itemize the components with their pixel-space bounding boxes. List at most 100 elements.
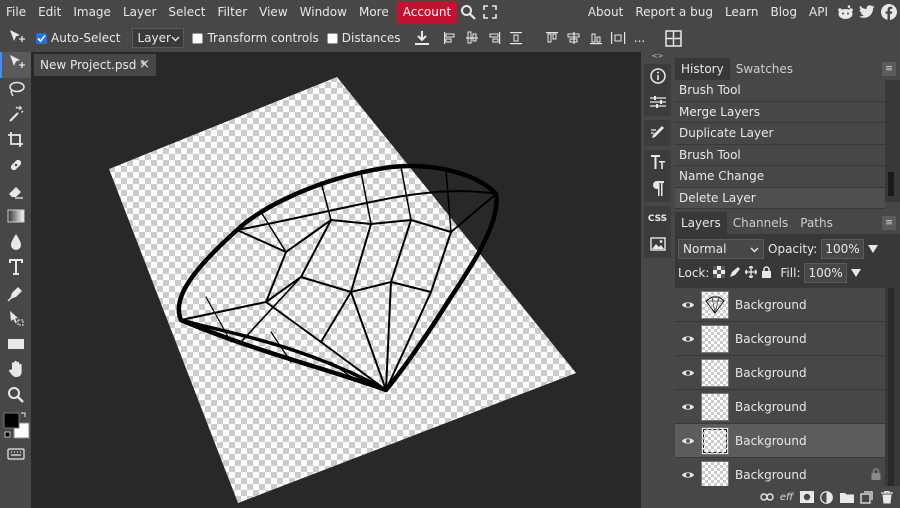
menu-filter[interactable]: Filter bbox=[211, 0, 253, 24]
menu-window[interactable]: Window bbox=[294, 0, 353, 24]
history-scrollbar[interactable] bbox=[888, 80, 894, 202]
visibility-eye-icon[interactable] bbox=[675, 436, 701, 446]
align-right-icon[interactable] bbox=[483, 26, 505, 50]
opacity-dropdown-icon[interactable] bbox=[867, 242, 878, 256]
lasso-tool[interactable] bbox=[0, 78, 31, 104]
menu-edit[interactable]: Edit bbox=[32, 0, 67, 24]
align-middle-icon[interactable] bbox=[563, 26, 585, 50]
menu-learn[interactable]: Learn bbox=[719, 0, 765, 24]
info-panel-button[interactable] bbox=[644, 64, 671, 90]
opacity-input[interactable]: 100% bbox=[821, 239, 864, 259]
visibility-eye-icon[interactable] bbox=[675, 368, 701, 378]
panel-menu-icon[interactable]: ≡ bbox=[882, 216, 896, 230]
distribute-icon[interactable] bbox=[505, 26, 527, 50]
adjustments-panel-button[interactable] bbox=[644, 90, 671, 116]
eraser-tool[interactable] bbox=[0, 180, 31, 206]
color-swatches[interactable] bbox=[0, 409, 31, 443]
fill-input[interactable]: 100% bbox=[804, 263, 847, 283]
lock-pixels-icon[interactable] bbox=[729, 266, 741, 281]
history-item[interactable]: Brush Tool bbox=[675, 144, 885, 166]
blend-mode-dropdown[interactable]: Normal bbox=[678, 239, 764, 259]
delete-icon[interactable] bbox=[879, 490, 894, 505]
align-left-icon[interactable] bbox=[439, 26, 461, 50]
facebook-icon[interactable] bbox=[878, 0, 900, 24]
history-item-current[interactable]: Delete Layer bbox=[675, 187, 885, 209]
align-top-icon[interactable] bbox=[541, 26, 563, 50]
align-bottom-icon[interactable] bbox=[585, 26, 607, 50]
tab-history[interactable]: History bbox=[675, 58, 730, 80]
grid-icon[interactable] bbox=[663, 26, 685, 50]
tab-layers[interactable]: Layers bbox=[675, 212, 727, 234]
twitter-icon[interactable] bbox=[856, 0, 878, 24]
menu-about[interactable]: About bbox=[582, 0, 629, 24]
history-item[interactable]: Duplicate Layer bbox=[675, 123, 885, 145]
menu-layer[interactable]: Layer bbox=[117, 0, 162, 24]
path-select-tool[interactable] bbox=[0, 307, 31, 333]
visibility-eye-icon[interactable] bbox=[675, 470, 701, 480]
lock-transparency-icon[interactable] bbox=[713, 265, 726, 281]
more-options[interactable]: ... bbox=[629, 26, 651, 50]
visibility-eye-icon[interactable] bbox=[675, 334, 701, 344]
collapse-arrows-icon[interactable]: <> bbox=[641, 52, 674, 60]
healing-tool[interactable] bbox=[0, 154, 31, 180]
history-item[interactable]: Name Change bbox=[675, 166, 885, 188]
history-item[interactable]: Brush Tool bbox=[675, 80, 885, 102]
fill-dropdown-icon[interactable] bbox=[850, 266, 861, 280]
tab-channels[interactable]: Channels bbox=[727, 212, 795, 234]
menu-more[interactable]: More bbox=[353, 0, 395, 24]
keyboard-toggle[interactable] bbox=[0, 443, 31, 469]
hand-tool[interactable] bbox=[0, 358, 31, 384]
layers-scrollbar[interactable] bbox=[888, 288, 894, 492]
adjustment-icon[interactable] bbox=[819, 490, 834, 505]
menu-file[interactable]: File bbox=[0, 0, 32, 24]
effects-icon[interactable]: eff bbox=[779, 490, 794, 505]
history-item[interactable]: Merge Layers bbox=[675, 101, 885, 123]
crop-tool[interactable] bbox=[0, 129, 31, 155]
search-icon[interactable] bbox=[457, 0, 479, 24]
link-icon[interactable] bbox=[759, 490, 774, 505]
auto-select-target-dropdown[interactable]: Layer bbox=[132, 28, 185, 48]
css-panel-button[interactable]: CSS bbox=[644, 206, 671, 232]
image-panel-button[interactable] bbox=[644, 232, 671, 258]
canvas-drawing[interactable] bbox=[31, 52, 641, 508]
scroll-thumb[interactable] bbox=[888, 172, 894, 196]
transform-controls-checkbox[interactable]: Transform controls bbox=[192, 31, 319, 45]
layer-row[interactable]: Background bbox=[675, 322, 885, 356]
folder-icon[interactable] bbox=[839, 490, 854, 505]
menu-view[interactable]: View bbox=[253, 0, 293, 24]
lock-position-icon[interactable] bbox=[744, 265, 758, 281]
magic-wand-tool[interactable] bbox=[0, 103, 31, 129]
character-panel-button[interactable] bbox=[644, 150, 671, 176]
visibility-eye-icon[interactable] bbox=[675, 300, 701, 310]
new-layer-icon[interactable] bbox=[859, 490, 874, 505]
layer-row[interactable]: Background bbox=[675, 288, 885, 322]
reddit-icon[interactable] bbox=[834, 0, 856, 24]
text-tool[interactable] bbox=[0, 256, 31, 282]
menu-account[interactable]: Account bbox=[396, 1, 458, 23]
brush-panel-button[interactable] bbox=[644, 120, 671, 146]
distribute-h-icon[interactable] bbox=[607, 26, 629, 50]
align-center-v-icon[interactable] bbox=[461, 26, 483, 50]
panel-menu-icon[interactable]: ≡ bbox=[882, 62, 896, 76]
visibility-eye-icon[interactable] bbox=[675, 402, 701, 412]
rectangle-tool[interactable] bbox=[0, 333, 31, 359]
gradient-tool[interactable] bbox=[0, 205, 31, 231]
menu-image[interactable]: Image bbox=[67, 0, 117, 24]
layer-row[interactable]: Background bbox=[675, 390, 885, 424]
distances-checkbox[interactable]: Distances bbox=[326, 31, 401, 45]
lock-all-icon[interactable] bbox=[761, 265, 772, 281]
menu-report-bug[interactable]: Report a bug bbox=[629, 0, 719, 24]
layer-row-selected[interactable]: Background bbox=[675, 424, 885, 458]
menu-api[interactable]: API bbox=[803, 0, 834, 24]
tab-paths[interactable]: Paths bbox=[794, 212, 839, 234]
tab-swatches[interactable]: Swatches bbox=[730, 58, 799, 80]
menu-select[interactable]: Select bbox=[162, 0, 211, 24]
menu-blog[interactable]: Blog bbox=[764, 0, 803, 24]
zoom-tool[interactable] bbox=[0, 384, 31, 410]
auto-select-checkbox[interactable]: Auto-Select bbox=[36, 31, 120, 45]
move-tool[interactable] bbox=[0, 52, 31, 78]
paragraph-panel-button[interactable] bbox=[644, 176, 671, 202]
pen-tool[interactable] bbox=[0, 282, 31, 308]
layer-row[interactable]: Background bbox=[675, 356, 885, 390]
download-icon[interactable] bbox=[411, 26, 433, 50]
